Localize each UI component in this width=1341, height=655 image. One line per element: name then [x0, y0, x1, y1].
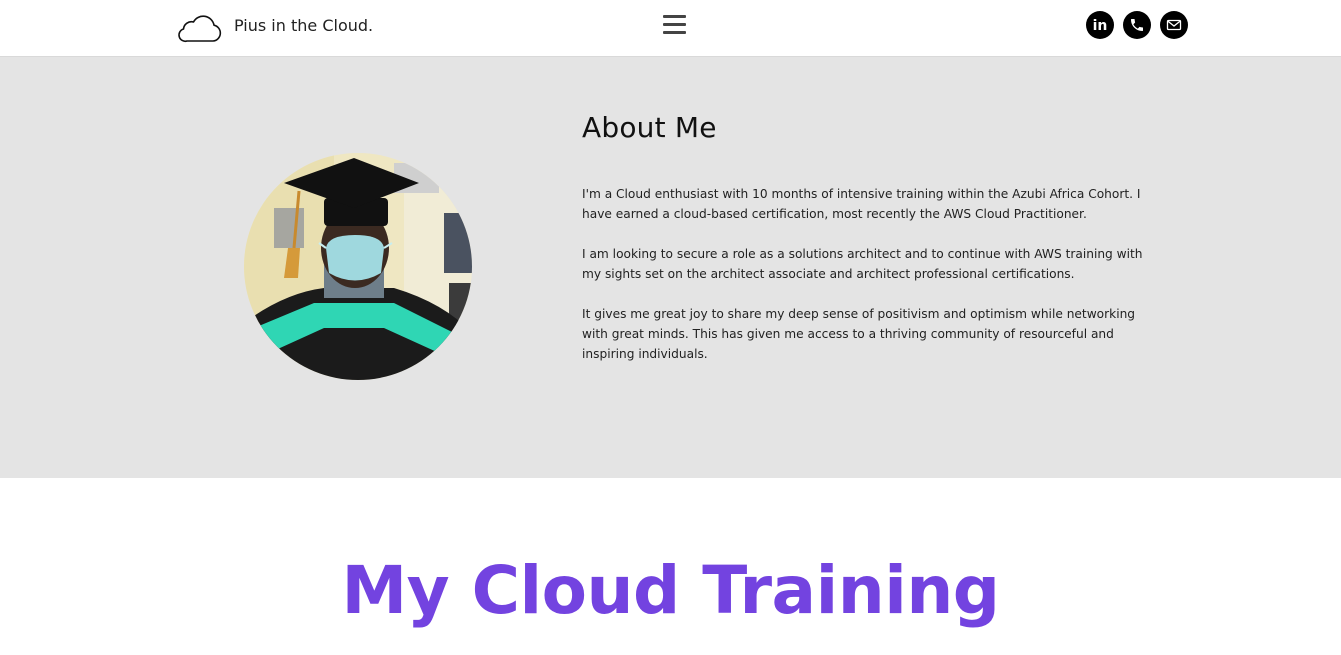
brand-link[interactable]: Pius in the Cloud. [177, 12, 373, 44]
social-links: in [1086, 11, 1188, 39]
about-section: About Me I'm a Cloud enthusiast with 10 … [0, 57, 1341, 478]
profile-photo [244, 153, 472, 380]
brand-title: Pius in the Cloud. [234, 15, 374, 35]
cloud-outline-icon [178, 15, 222, 43]
about-title: About Me [582, 111, 717, 144]
site-header: Pius in the Cloud. in [0, 0, 1341, 57]
hamburger-menu-icon[interactable] [663, 15, 686, 37]
training-section-title: My Cloud Training [341, 552, 1000, 629]
about-paragraph: It gives me great joy to share my deep s… [582, 307, 1136, 361]
mail-icon[interactable] [1160, 11, 1188, 39]
about-paragraph: I'm a Cloud enthusiast with 10 months of… [582, 187, 1141, 221]
phone-icon[interactable] [1123, 11, 1151, 39]
linkedin-icon[interactable]: in [1086, 11, 1114, 39]
linkedin-label: in [1093, 18, 1108, 34]
about-content: About Me I'm a Cloud enthusiast with 10 … [582, 111, 1152, 364]
about-paragraph: I am looking to secure a role as a solut… [582, 247, 1143, 281]
